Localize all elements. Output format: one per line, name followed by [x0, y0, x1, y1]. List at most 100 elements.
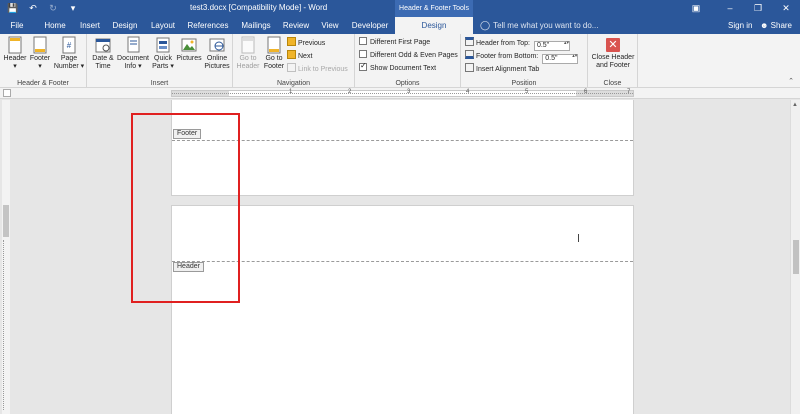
chevron-down-icon: ▾ [38, 63, 42, 70]
save-icon[interactable]: 💾 [6, 2, 20, 15]
annotation-highlight-box [131, 113, 240, 303]
pictures-button[interactable]: Pictures [176, 36, 202, 63]
redo-icon[interactable]: ↻ [46, 2, 60, 15]
footer-boundary-line [172, 140, 633, 141]
online-pictures-label-1: Online [206, 55, 228, 62]
ruler-number: 4 [466, 89, 470, 95]
group-position: Header from Top:0.5" Footer from Bottom:… [461, 34, 588, 88]
footer-button-label: Footer [29, 55, 51, 62]
ruler-number: 2 [348, 89, 352, 95]
ruler-number: 3 [407, 89, 411, 95]
previous-icon [287, 37, 296, 46]
title-bar: 💾 ↶ ↻ ▾ test3.docx [Compatibility Mode] … [0, 0, 800, 17]
tab-header-footer-design[interactable]: Design [395, 17, 473, 34]
go-to-header-label-2: Header [236, 63, 260, 70]
ruler-number: 1 [289, 89, 293, 95]
group-navigation: Go to Header Go to Footer Previous Next Li… [233, 34, 355, 88]
tab-insert[interactable]: Insert [74, 17, 106, 34]
vertical-ruler[interactable] [2, 100, 10, 414]
tab-home[interactable]: Home [38, 17, 72, 34]
page-number-button[interactable]: # Page Number ▾ [53, 36, 85, 71]
close-header-footer-button[interactable]: ✕ Close Header and Footer [590, 36, 636, 70]
tab-mailings[interactable]: Mailings [234, 17, 278, 34]
group-insert: Date & Time Document Info ▾ Quick Parts ▾ P… [87, 34, 233, 88]
document-area[interactable]: Footer Header [12, 100, 788, 414]
quick-parts-button[interactable]: Quick Parts ▾ [150, 36, 176, 71]
header-from-top-label: Header from Top: [476, 40, 530, 47]
collapse-ribbon-icon[interactable]: ⌃ [788, 77, 794, 85]
close-header-footer-label-1: Close Header [591, 54, 635, 61]
quick-parts-label-2: Parts [152, 63, 169, 70]
close-icon[interactable]: ✕ [772, 0, 800, 17]
ruler-number: 7 [627, 89, 631, 95]
date-time-button[interactable]: Date & Time [90, 36, 116, 71]
footer-from-bottom-label: Footer from Bottom: [476, 53, 539, 60]
next-button[interactable]: Next [287, 50, 312, 62]
tab-file[interactable]: File [4, 17, 30, 34]
group-close: ✕ Close Header and Footer Close [588, 34, 638, 88]
insert-alignment-tab-label: Insert Alignment Tab [476, 66, 540, 73]
footer-button[interactable]: Footer ▾ [28, 36, 52, 71]
quick-parts-icon [156, 37, 170, 53]
header-from-top-field: Header from Top: 0.5" [465, 37, 570, 51]
link-to-previous-button[interactable]: Link to Previous [287, 63, 348, 75]
header-button[interactable]: Header ▾ [3, 36, 27, 71]
contextual-tab-label: Header & Footer Tools [395, 0, 473, 17]
group-label-options: Options [395, 80, 420, 87]
header-icon [8, 36, 22, 54]
tab-selector[interactable] [3, 89, 11, 97]
footer-from-bottom-input[interactable]: 0.5" [542, 54, 579, 64]
tell-me-search[interactable]: ◯ Tell me what you want to do... [480, 17, 598, 34]
next-icon [287, 50, 296, 59]
document-info-button[interactable]: Document Info ▾ [116, 36, 150, 71]
different-odd-even-checkbox[interactable]: Different Odd & Even Pages [359, 50, 458, 61]
group-label-position: Position [511, 80, 537, 87]
group-options: Different First Page Different Odd & Eve… [355, 34, 461, 88]
footer-position-icon [465, 50, 474, 59]
tell-me-placeholder: Tell me what you want to do... [493, 21, 599, 30]
show-document-text-checkbox[interactable]: Show Document Text [359, 61, 437, 74]
go-to-footer-button[interactable]: Go to Footer [261, 36, 287, 71]
go-to-header-label-1: Go to [239, 55, 257, 62]
group-label-insert: Insert [150, 80, 169, 87]
show-document-text-label: Show Document Text [370, 65, 437, 72]
vertical-scrollbar[interactable]: ▲ [790, 100, 800, 414]
ribbon-display-options-icon[interactable]: ▣ [682, 0, 710, 17]
minimize-icon[interactable]: – [716, 0, 744, 17]
footer-from-bottom-field: Footer from Bottom: 0.5" [465, 50, 579, 64]
quick-access-toolbar: 💾 ↶ ↻ ▾ [6, 2, 80, 15]
share-button[interactable]: ☻ Share [760, 17, 792, 34]
undo-icon[interactable]: ↶ [26, 2, 40, 15]
go-to-header-button[interactable]: Go to Header [235, 36, 261, 71]
quick-parts-label-1: Quick [154, 55, 172, 62]
chevron-down-icon: ▾ [138, 63, 142, 70]
different-first-page-checkbox[interactable]: Different First Page [359, 37, 430, 48]
insert-alignment-tab-button[interactable]: Insert Alignment Tab [465, 63, 539, 75]
go-to-header-icon [241, 36, 255, 54]
sign-in-link[interactable]: Sign in [728, 17, 752, 34]
tab-design[interactable]: Design [108, 17, 142, 34]
group-label-navigation: Navigation [276, 80, 311, 87]
page-number-icon: # [62, 36, 76, 54]
tab-developer[interactable]: Developer [348, 17, 392, 34]
scroll-up-icon[interactable]: ▲ [792, 102, 798, 108]
previous-button[interactable]: Previous [287, 37, 325, 49]
link-icon [287, 63, 296, 72]
document-info-label-2: Info [124, 63, 137, 70]
chevron-down-icon: ▾ [80, 63, 85, 70]
tab-references[interactable]: References [184, 17, 232, 34]
tab-review[interactable]: Review [280, 17, 312, 34]
scroll-thumb[interactable] [793, 240, 799, 274]
group-label-header-footer: Header & Footer [17, 80, 69, 87]
document-info-label-1: Document [117, 55, 149, 62]
vertical-ruler-ticks [3, 240, 9, 410]
tab-layout[interactable]: Layout [146, 17, 180, 34]
horizontal-ruler[interactable]: 1 2 3 4 5 6 7 [171, 89, 634, 97]
qat-customize-icon[interactable]: ▾ [66, 2, 80, 15]
ribbon-tabs: File Home Insert Design Layout Reference… [0, 17, 800, 34]
online-pictures-button[interactable]: Online Pictures [202, 36, 232, 71]
tab-view[interactable]: View [316, 17, 344, 34]
restore-icon[interactable]: ❐ [744, 0, 772, 17]
date-time-label-1: Date & [92, 55, 114, 62]
share-label: Share [770, 21, 793, 30]
